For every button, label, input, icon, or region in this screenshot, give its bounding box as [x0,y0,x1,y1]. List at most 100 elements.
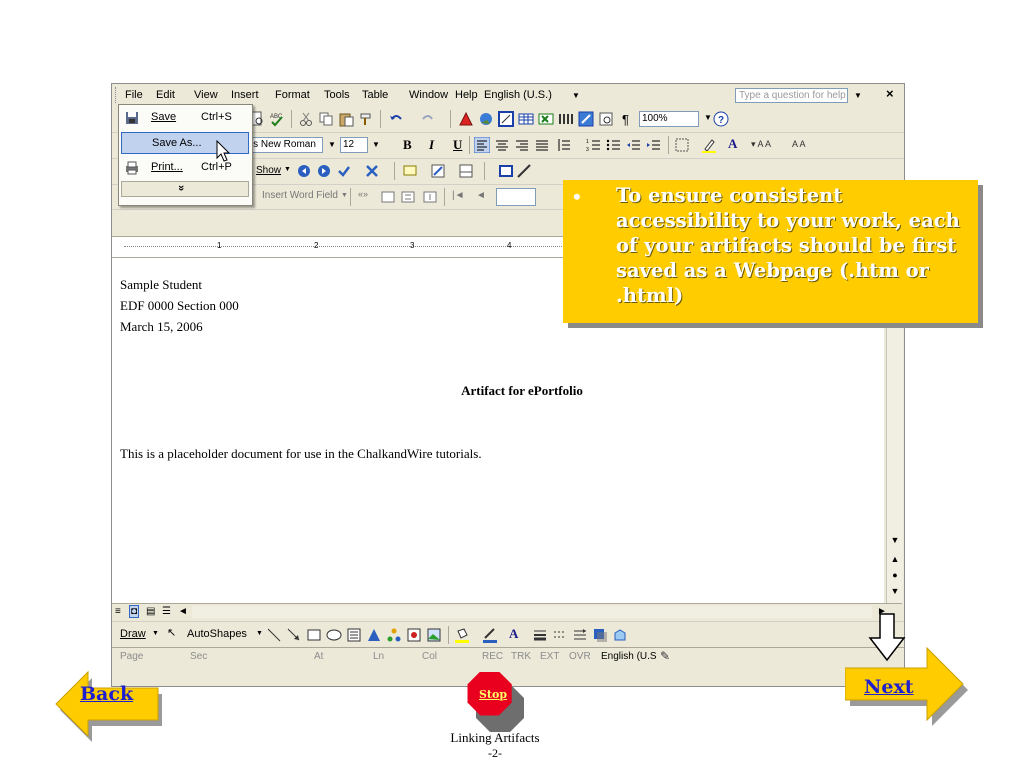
wordart-icon[interactable] [366,627,382,643]
redo-icon[interactable] [420,111,436,127]
browse-object-icon[interactable]: ● [889,570,901,580]
zoom-dropdown-icon[interactable]: ▼ [704,113,712,122]
back-link[interactable]: Back [80,683,133,705]
menu-help[interactable]: Help [455,89,478,101]
shrink-font-icon[interactable]: A A [792,139,806,149]
align-left-icon[interactable] [474,137,490,153]
draw-dropdown-icon[interactable]: ▼ [152,630,159,637]
next-link[interactable]: Next [864,676,914,698]
italic-button[interactable]: I [429,137,434,153]
show-markup-button[interactable]: Show [256,165,281,176]
cut-icon[interactable] [298,111,314,127]
reject-change-icon[interactable] [364,163,380,179]
font-size-select[interactable]: 12 [340,137,368,153]
arrow-icon[interactable] [286,627,302,643]
hyperlink-icon[interactable] [458,111,474,127]
drawing-icon[interactable] [578,111,594,127]
previous-record-button[interactable]: ◄ [476,190,486,201]
show-hide-icon[interactable]: ¶ [622,112,629,127]
oval-icon[interactable] [326,627,342,643]
language-dropdown-icon[interactable]: ▼ [572,91,580,100]
new-comment-icon[interactable] [402,163,418,179]
menu-table[interactable]: Table [362,89,388,101]
web-toolbar-icon[interactable] [478,111,494,127]
line-color-icon[interactable] [482,627,498,643]
draw-menu[interactable]: Draw [120,628,146,640]
select-objects-icon[interactable]: ↖ [167,626,176,639]
arrow-style-icon[interactable] [572,627,588,643]
record-number-field[interactable] [496,188,536,206]
normal-view-icon[interactable]: ≡ [115,606,121,617]
clip-art-icon[interactable] [406,627,422,643]
dash-style-icon[interactable] [552,627,568,643]
increase-indent-icon[interactable] [646,137,662,153]
scroll-left-icon[interactable]: ◄ [178,606,188,617]
back-arrow-icon[interactable] [50,660,170,750]
first-record-button[interactable]: |◄ [452,190,465,201]
question-input[interactable]: Type a question for help [735,88,848,103]
tables-borders-icon[interactable] [498,111,514,127]
line-spacing-icon[interactable] [556,137,572,153]
insert-picture-icon[interactable] [426,627,442,643]
size-dropdown-icon[interactable]: ▼ [372,140,380,149]
undo-icon[interactable] [388,111,404,127]
menu-format[interactable]: Format [275,89,310,101]
spelling-status-icon[interactable]: ✎ [660,649,670,663]
outline-view-icon[interactable]: ☰ [162,606,171,617]
3d-style-icon[interactable] [612,627,628,643]
help-icon[interactable]: ? [713,111,729,127]
grow-font-icon[interactable]: ▾ A A [751,139,771,150]
fill-color-icon[interactable] [454,627,470,643]
question-dropdown-icon[interactable]: ▼ [854,91,862,100]
match-fields-icon[interactable] [400,189,416,205]
border-icon[interactable] [674,137,690,153]
align-right-icon[interactable] [514,137,530,153]
bullets-icon[interactable] [606,137,622,153]
menu-edit[interactable]: Edit [156,89,175,101]
decrease-indent-icon[interactable] [626,137,642,153]
menu-expand-button[interactable]: » [121,181,249,197]
accept-change-icon[interactable] [336,163,352,179]
insert-word-field-button[interactable]: Insert Word Field [262,190,338,201]
document-map-icon[interactable] [598,111,614,127]
track-changes-icon[interactable] [430,163,446,179]
status-trk[interactable]: TRK [511,651,531,662]
reviewing-pane-icon[interactable] [458,163,474,179]
menu-window[interactable]: Window [409,89,448,101]
drawing-font-color-button[interactable]: A [509,626,518,642]
bold-markup-icon[interactable] [498,163,514,179]
menu-item-save[interactable]: Save Ctrl+S [121,107,249,129]
menu-view[interactable]: View [194,89,218,101]
rectangle-icon[interactable] [306,627,322,643]
propagate-labels-icon[interactable] [422,189,438,205]
highlight-icon[interactable] [701,137,717,153]
line-style-icon[interactable] [516,163,532,179]
spelling-icon[interactable]: ABC [269,111,285,127]
insert-excel-icon[interactable] [538,111,554,127]
stop-link[interactable]: Stop [468,688,518,701]
font-dropdown-icon[interactable]: ▼ [328,140,336,149]
copy-icon[interactable] [318,111,334,127]
next-change-icon[interactable] [316,163,332,179]
scroll-down-icon[interactable]: ▼ [889,535,901,545]
menu-file[interactable]: File [125,89,143,101]
view-merged-data-icon[interactable]: «» [358,189,368,199]
close-document-button[interactable]: × [886,86,894,101]
tab-selector[interactable] [112,237,120,257]
menu-insert[interactable]: Insert [231,89,259,101]
previous-page-icon[interactable]: ▲ [889,554,901,564]
autoshapes-dropdown-icon[interactable]: ▼ [256,630,263,637]
text-box-icon[interactable] [346,627,362,643]
print-layout-view-icon[interactable]: ▤ [146,606,155,617]
status-ovr[interactable]: OVR [569,651,591,662]
show-dropdown-icon[interactable]: ▼ [284,166,291,173]
next-page-icon[interactable]: ▼ [889,586,901,596]
underline-button[interactable]: U [453,137,462,153]
highlight-fields-icon[interactable] [380,189,396,205]
status-ext[interactable]: EXT [540,651,559,662]
horizontal-scrollbar[interactable] [192,606,872,618]
font-color-button[interactable]: A [728,136,737,152]
shadow-style-icon[interactable] [592,627,608,643]
previous-change-icon[interactable] [296,163,312,179]
numbering-icon[interactable]: 13 [586,137,602,153]
